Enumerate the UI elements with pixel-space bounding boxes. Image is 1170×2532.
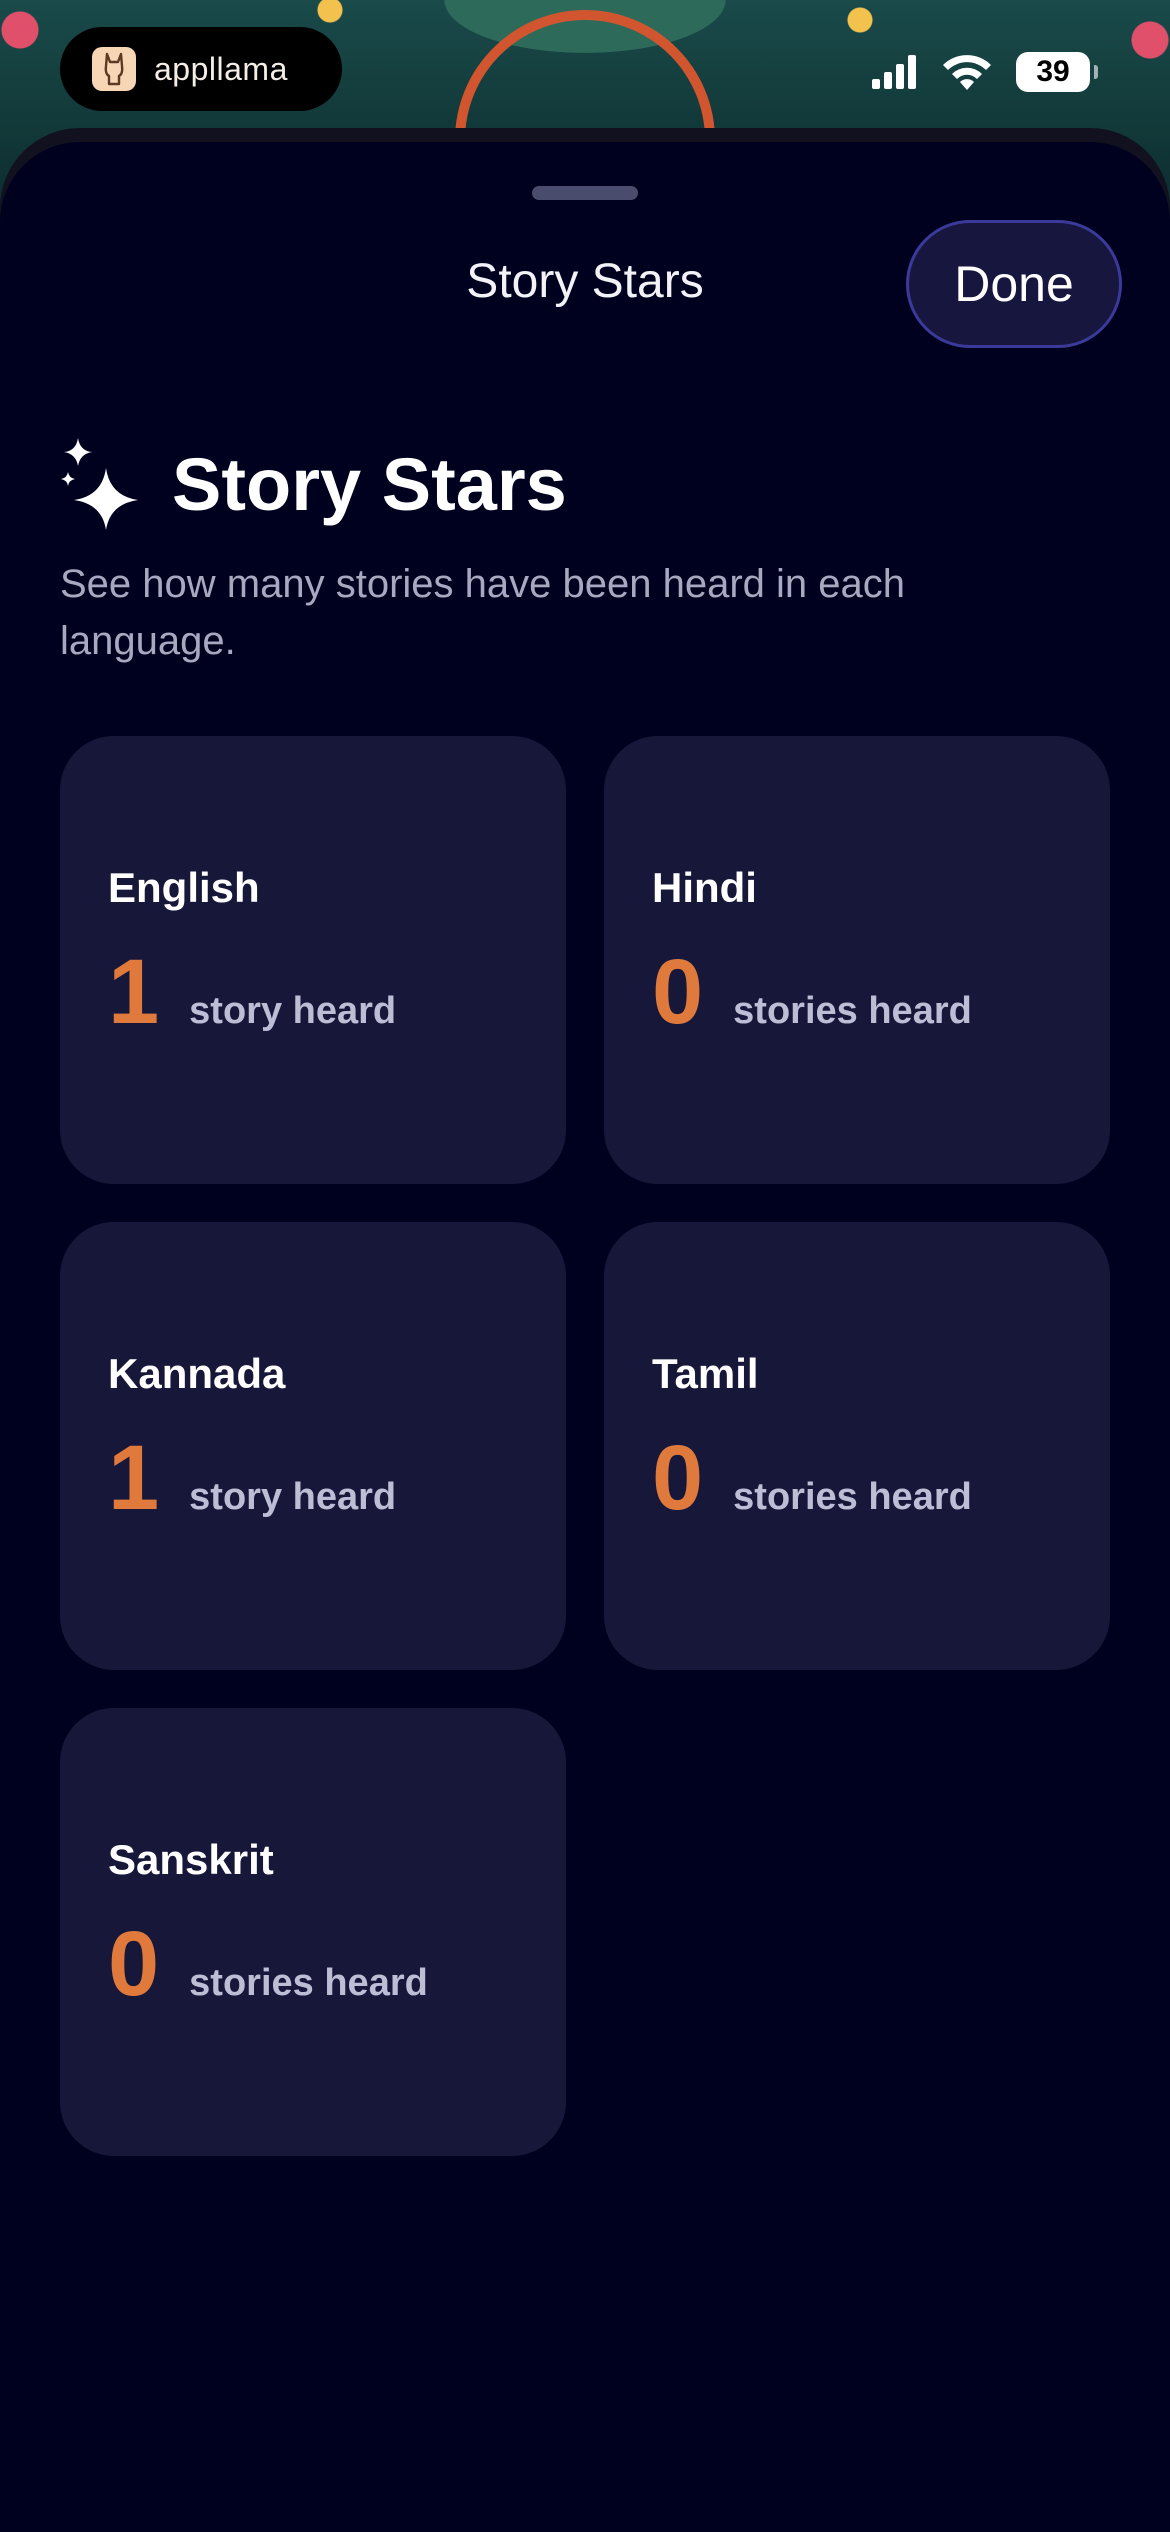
page-heading: Story Stars (60, 438, 567, 530)
story-count-row: 0 stories heard (652, 1432, 972, 1524)
brand-pill: appllama (60, 27, 342, 111)
story-count-unit: stories heard (733, 990, 972, 1032)
done-button[interactable]: Done (906, 220, 1122, 348)
story-count: 0 (652, 1427, 704, 1529)
story-count-unit: stories heard (189, 1962, 428, 2004)
status-icons: 39 (872, 52, 1098, 92)
story-count: 1 (108, 1427, 160, 1529)
story-stars-sheet: Story Stars Done Story Stars See how man… (0, 142, 1170, 2532)
battery-icon: 39 (1016, 52, 1098, 92)
sparkles-icon (61, 438, 138, 530)
language-name: Hindi (652, 864, 757, 911)
story-count-unit: stories heard (733, 1476, 972, 1518)
language-name: Tamil (652, 1350, 759, 1397)
story-count-row: 1 story heard (108, 946, 396, 1038)
page-title: Story Stars (172, 442, 567, 526)
sheet-grabber[interactable] (532, 186, 638, 200)
language-name: Sanskrit (108, 1836, 274, 1883)
story-count: 0 (108, 1913, 160, 2015)
story-count-row: 0 stories heard (652, 946, 972, 1038)
wifi-icon (943, 55, 991, 90)
language-name: Kannada (108, 1350, 286, 1397)
app-screen: appllama 39 Story Stars Done Story Stars… (0, 0, 1170, 2532)
story-count-row: 0 stories heard (108, 1918, 428, 2010)
language-card-tamil: Tamil 0 stories heard (604, 1222, 1110, 1670)
language-card-kannada: Kannada 1 story heard (60, 1222, 566, 1670)
language-card-hindi: Hindi 0 stories heard (604, 736, 1110, 1184)
llama-logo-icon (92, 47, 136, 91)
llama-glyph (104, 52, 124, 86)
language-card-english: English 1 story heard (60, 736, 566, 1184)
story-count-unit: story heard (189, 1476, 397, 1518)
brand-name: appllama (154, 50, 288, 87)
page-subtitle: See how many stories have been heard in … (60, 562, 905, 663)
story-count-row: 1 story heard (108, 1432, 396, 1524)
story-count-unit: story heard (189, 990, 397, 1032)
cellular-signal-icon (872, 55, 916, 89)
status-bar: appllama 39 (0, 0, 1170, 140)
language-name: English (108, 864, 260, 911)
story-count: 0 (652, 941, 704, 1043)
language-card-sanskrit: Sanskrit 0 stories heard (60, 1708, 566, 2156)
battery-level: 39 (1036, 55, 1070, 88)
story-count: 1 (108, 941, 160, 1043)
